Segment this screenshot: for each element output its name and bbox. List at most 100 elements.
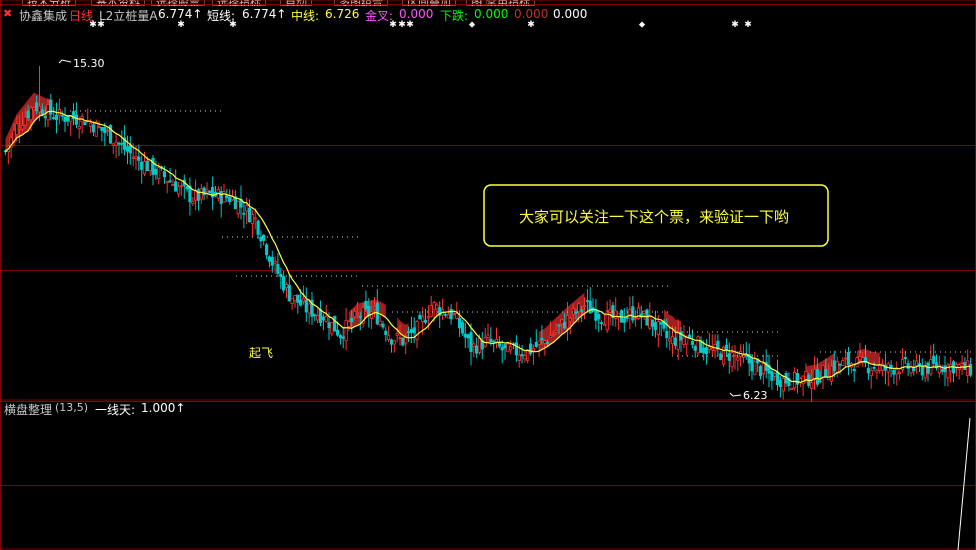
star-icon: ✱ xyxy=(406,20,414,30)
candle-body xyxy=(551,333,555,336)
star-icon: ✱ xyxy=(97,20,105,30)
candle-body xyxy=(932,355,936,364)
candle-body xyxy=(966,360,970,376)
candle-body xyxy=(256,220,260,235)
candle-body xyxy=(432,302,436,311)
candle-body xyxy=(287,284,291,302)
candle-body xyxy=(707,346,712,350)
candle-body xyxy=(330,321,334,335)
candle-body xyxy=(557,324,561,327)
star-icon: ✱ xyxy=(89,20,97,30)
candle-body xyxy=(580,309,584,312)
candle-body xyxy=(625,317,629,320)
candle-body xyxy=(773,372,777,377)
candle-body xyxy=(838,363,842,366)
candle-body xyxy=(250,214,254,224)
candle-body xyxy=(63,116,67,122)
candle-body xyxy=(398,337,402,340)
candle-body xyxy=(142,161,147,175)
candle-body xyxy=(193,190,198,201)
candle-body xyxy=(273,260,277,264)
candle-body xyxy=(753,361,757,376)
candle-body xyxy=(324,316,328,322)
candle-body xyxy=(523,355,527,360)
candle-body xyxy=(517,354,521,362)
candle-body xyxy=(157,167,161,179)
candle-body xyxy=(872,366,876,369)
candle-body xyxy=(293,295,297,302)
candle-body xyxy=(531,347,536,351)
candle-body xyxy=(602,323,607,326)
candle-body xyxy=(582,305,587,307)
candle-body xyxy=(381,323,385,328)
price-chart[interactable]: ✱ ✱ ✱ ✱ ✱ ✱ ✱ ✱ ✱ ✱⬥ ⬥ 15.30 6.23 起飞 大家可以关注一下这个票，来… xyxy=(0,0,976,550)
candle-body xyxy=(469,332,473,353)
star-icon: ✱ xyxy=(398,20,406,30)
candle-body xyxy=(724,344,729,351)
candle-body xyxy=(43,115,47,119)
candle-body xyxy=(162,171,166,178)
candle-body xyxy=(614,310,618,319)
candle-body xyxy=(17,127,22,130)
candle-body xyxy=(128,144,132,154)
candle-body xyxy=(151,157,155,175)
candle-body xyxy=(423,319,428,323)
candle-body xyxy=(352,310,357,318)
candle-body xyxy=(702,347,706,354)
candle-body xyxy=(395,333,399,336)
candle-body xyxy=(338,335,343,339)
candle-body xyxy=(270,256,274,266)
candle-body xyxy=(418,314,422,320)
candle-body xyxy=(54,114,59,120)
candle-body xyxy=(60,114,64,117)
candle-body xyxy=(171,184,175,186)
candle-body xyxy=(898,371,902,374)
candle-body xyxy=(565,315,570,329)
candle-body xyxy=(835,361,839,374)
star-icon: ✱ xyxy=(731,20,739,30)
takeoff-label: 起飞 xyxy=(249,346,273,360)
candle-body xyxy=(267,256,272,262)
candle-body xyxy=(492,340,496,343)
candle-body xyxy=(412,327,416,334)
candle-body xyxy=(89,122,93,127)
candle-body xyxy=(199,188,203,200)
lower-panel xyxy=(957,417,971,550)
diamond-icon: ⬥ xyxy=(469,20,476,30)
candle-body xyxy=(276,264,280,275)
candle-body xyxy=(364,300,368,310)
candle-body xyxy=(179,185,183,188)
candle-body xyxy=(35,102,39,112)
candle-body xyxy=(344,320,348,342)
candle-body xyxy=(386,335,391,341)
candle-body xyxy=(228,196,232,203)
candle-body xyxy=(125,146,130,152)
candle-body xyxy=(750,358,754,372)
candle-body xyxy=(656,321,660,335)
candle-body xyxy=(824,369,828,377)
candle-body xyxy=(574,311,578,314)
candle-body xyxy=(506,343,510,353)
candle-body xyxy=(191,201,195,205)
candle-body xyxy=(571,308,575,315)
candle-body xyxy=(401,337,405,346)
candle-body xyxy=(761,362,766,375)
candle-body xyxy=(426,316,431,319)
candle-body xyxy=(537,340,541,345)
candle-body xyxy=(236,200,240,215)
candle-body xyxy=(460,322,465,334)
star-icon: ✱ xyxy=(389,20,397,30)
candle-body xyxy=(687,334,692,338)
grid-lines xyxy=(0,0,976,550)
candle-body xyxy=(781,378,785,392)
candle-body xyxy=(466,334,470,339)
candle-body xyxy=(818,380,822,383)
candle-body xyxy=(520,354,524,357)
candle-body xyxy=(406,331,411,334)
candle-body xyxy=(920,365,924,376)
candle-body xyxy=(917,362,922,366)
candle-body xyxy=(131,156,135,159)
candle-body xyxy=(915,360,919,366)
callout-text: 大家可以关注一下这个票，来验证一下哟 xyxy=(519,208,789,226)
candle-body xyxy=(597,313,601,320)
